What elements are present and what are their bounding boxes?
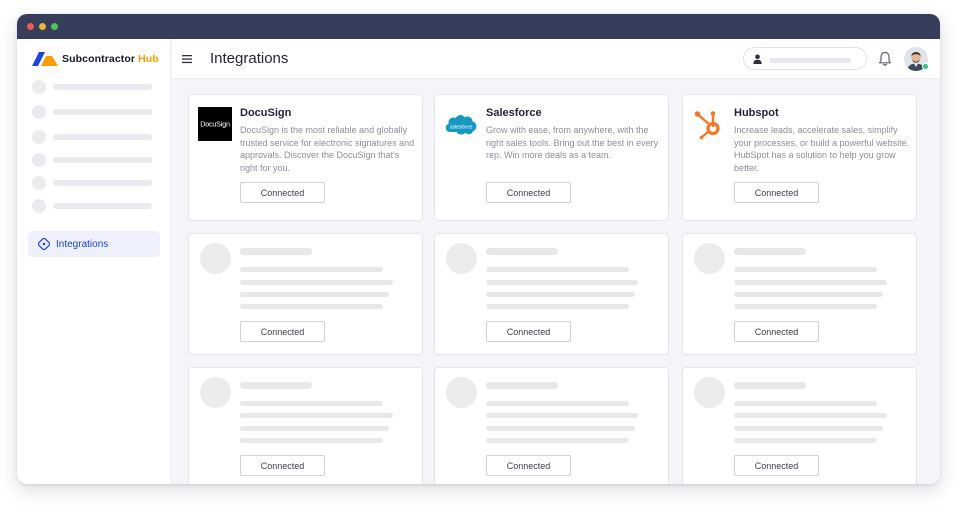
- window-minimize-dot[interactable]: [39, 23, 46, 30]
- text-placeholder: [240, 304, 383, 309]
- online-status-indicator: [922, 63, 929, 70]
- text-placeholder: [486, 280, 638, 285]
- hamburger-menu-icon[interactable]: [181, 53, 193, 65]
- integration-card-placeholder: Connected: [188, 367, 423, 484]
- sidebar-item-placeholder[interactable]: [32, 176, 153, 190]
- top-bar: Integrations: [172, 39, 940, 79]
- text-placeholder: [734, 280, 887, 285]
- logo-placeholder: [446, 377, 477, 408]
- integration-title: DocuSign: [240, 107, 292, 119]
- salesforce-logo-text: salesforce: [450, 124, 473, 130]
- page-title: Integrations: [210, 50, 289, 67]
- connected-button[interactable]: Connected: [240, 182, 325, 203]
- bell-icon[interactable]: [878, 51, 892, 67]
- connected-button[interactable]: Connected: [734, 182, 819, 203]
- salesforce-logo: salesforce: [445, 115, 477, 135]
- integrations-icon: [38, 238, 50, 250]
- integration-card-docusign: DocuSign DocuSign DocuSign is the most r…: [188, 94, 423, 221]
- text-placeholder: [240, 280, 393, 285]
- sidebar-item-placeholder[interactable]: [32, 80, 153, 94]
- text-placeholder: [240, 292, 389, 297]
- brand-mark-icon: [32, 52, 58, 66]
- window-titlebar: [17, 14, 940, 39]
- title-placeholder: [486, 382, 558, 389]
- connected-button[interactable]: Connected: [486, 321, 571, 342]
- integration-title: Hubspot: [734, 107, 779, 119]
- sidebar-item-placeholder[interactable]: [32, 130, 153, 144]
- title-placeholder: [486, 248, 558, 255]
- text-placeholder: [734, 413, 887, 418]
- user-icon: [753, 54, 762, 64]
- integration-description: Grow with ease, from anywhere, with the …: [486, 125, 659, 160]
- brand-logo[interactable]: Subcontractor Hub: [32, 52, 159, 66]
- text-placeholder: [734, 292, 883, 297]
- text-placeholder: [486, 401, 629, 406]
- sidebar-item-label: Integrations: [56, 238, 109, 250]
- connected-button[interactable]: Connected: [240, 455, 325, 476]
- text-placeholder: [734, 304, 877, 309]
- text-placeholder: [486, 304, 629, 309]
- integration-card-hubspot: Hubspot Increase leads, accelerate sales…: [682, 94, 917, 221]
- window-maximize-dot[interactable]: [51, 23, 58, 30]
- window-close-dot[interactable]: [27, 23, 34, 30]
- connected-button[interactable]: Connected: [734, 455, 819, 476]
- sidebar-item-placeholder[interactable]: [32, 153, 153, 167]
- integration-card-placeholder: Connected: [434, 367, 669, 484]
- sidebar: Subcontractor Hub Integrations: [17, 39, 171, 484]
- logo-placeholder: [694, 377, 725, 408]
- text-placeholder: [486, 426, 635, 431]
- connected-button[interactable]: Connected: [240, 321, 325, 342]
- brand-name: Subcontractor Hub: [62, 53, 159, 65]
- text-placeholder: [240, 426, 389, 431]
- search-input[interactable]: [743, 47, 867, 70]
- docusign-logo-text: DocuSign: [200, 120, 230, 129]
- app-window: Subcontractor Hub Integrations Integrati…: [17, 14, 940, 484]
- integration-card-placeholder: Connected: [188, 233, 423, 355]
- hubspot-logo: [694, 111, 720, 140]
- sidebar-item-placeholder[interactable]: [32, 199, 153, 213]
- logo-placeholder: [694, 243, 725, 274]
- sidebar-item-placeholder[interactable]: [32, 105, 153, 119]
- title-placeholder: [240, 248, 312, 255]
- search-placeholder: [769, 58, 851, 63]
- docusign-logo: DocuSign: [198, 107, 232, 141]
- text-placeholder: [240, 438, 383, 443]
- integration-title: Salesforce: [486, 107, 542, 119]
- connected-button[interactable]: Connected: [486, 455, 571, 476]
- text-placeholder: [486, 413, 638, 418]
- title-placeholder: [734, 382, 806, 389]
- title-placeholder: [240, 382, 312, 389]
- logo-placeholder: [200, 377, 231, 408]
- connected-button[interactable]: Connected: [486, 182, 571, 203]
- text-placeholder: [486, 438, 629, 443]
- integration-card-salesforce: salesforce Salesforce Grow with ease, fr…: [434, 94, 669, 221]
- brand-accent: Hub: [138, 53, 159, 65]
- text-placeholder: [734, 438, 877, 443]
- integration-description: Increase leads, accelerate sales, simpli…: [734, 125, 910, 173]
- integration-description: DocuSign is the most reliable and global…: [240, 125, 415, 173]
- text-placeholder: [734, 426, 883, 431]
- title-placeholder: [734, 248, 806, 255]
- integration-card-placeholder: Connected: [434, 233, 669, 355]
- text-placeholder: [734, 267, 877, 272]
- text-placeholder: [240, 267, 383, 272]
- sidebar-item-integrations[interactable]: Integrations: [28, 231, 160, 257]
- text-placeholder: [240, 413, 393, 418]
- integration-card-placeholder: Connected: [682, 367, 917, 484]
- connected-button[interactable]: Connected: [734, 321, 819, 342]
- text-placeholder: [486, 292, 635, 297]
- integration-card-placeholder: Connected: [682, 233, 917, 355]
- text-placeholder: [734, 401, 877, 406]
- logo-placeholder: [200, 243, 231, 274]
- text-placeholder: [240, 401, 383, 406]
- logo-placeholder: [446, 243, 477, 274]
- text-placeholder: [486, 267, 629, 272]
